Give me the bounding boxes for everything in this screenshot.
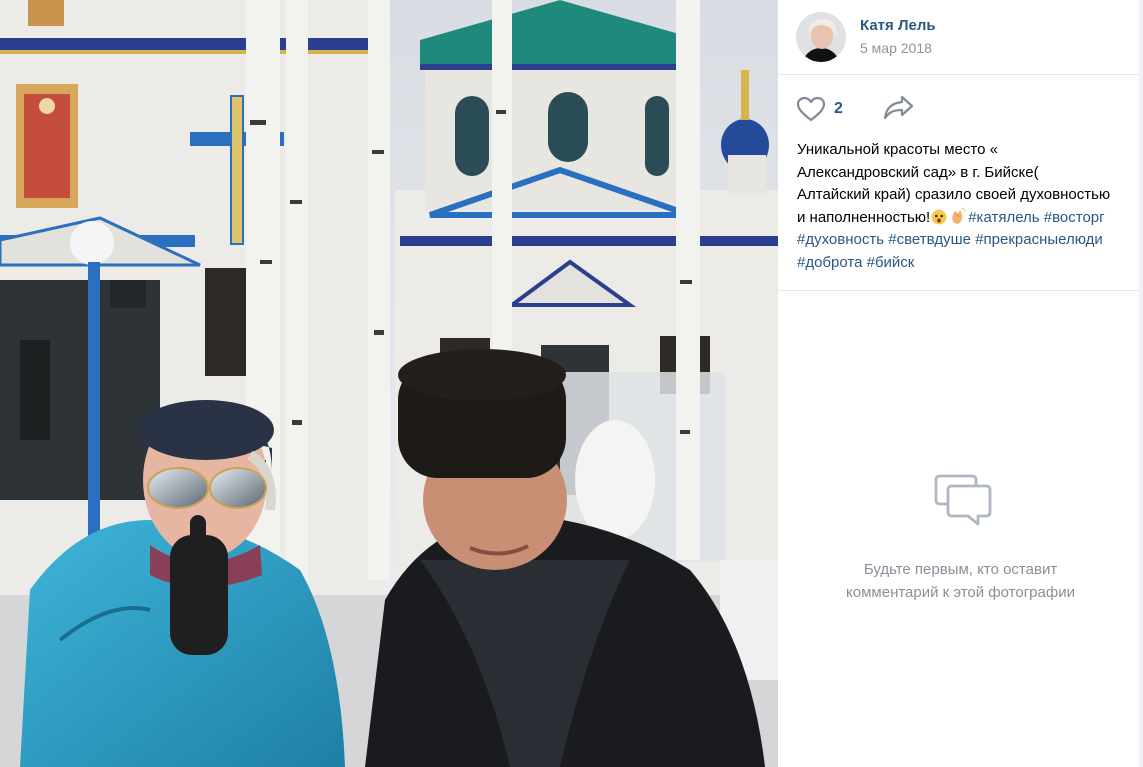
share-button[interactable] bbox=[883, 94, 915, 125]
photo-viewer: Катя Лель 5 мар 2018 2 Уникальной красот… bbox=[0, 0, 1143, 767]
shocked-face-emoji-icon bbox=[931, 209, 947, 224]
author-name[interactable]: Катя Лель bbox=[860, 16, 936, 36]
comments-empty-state: Будьте первым, кто оставит комментарий к… bbox=[778, 470, 1143, 604]
photo-actions: 2 bbox=[778, 75, 1143, 139]
comments-empty-line-1: Будьте первым, кто оставит bbox=[863, 561, 1058, 578]
clapping-hands-emoji-icon bbox=[952, 206, 967, 224]
author-header: Катя Лель 5 мар 2018 bbox=[778, 0, 1143, 75]
comments-empty-text: Будьте первым, кто оставит комментарий к… bbox=[778, 558, 1143, 604]
photo-image bbox=[0, 0, 778, 767]
hashtag-biysk[interactable]: #бийск bbox=[867, 254, 915, 271]
caption-line-3: Алтайский край) сразило своей духовность… bbox=[797, 186, 1111, 203]
scrollbar[interactable] bbox=[1139, 0, 1143, 767]
caption-line-5: #духовность #светвдуше #прекрасныелюди bbox=[797, 229, 1143, 252]
like-count: 2 bbox=[834, 100, 843, 117]
hashtag-dobrota[interactable]: #доброта bbox=[797, 254, 862, 271]
hashtag-prekrasnyelyudi[interactable]: #прекрасныелюди bbox=[975, 231, 1103, 248]
post-date[interactable]: 5 мар 2018 bbox=[860, 38, 936, 58]
caption-line-4: и наполненностью! #катялель #восторг bbox=[797, 206, 1143, 230]
hashtag-svetvdushe[interactable]: #светвдуше bbox=[888, 231, 971, 248]
caption-line-1: Уникальной красоты место « bbox=[797, 141, 998, 158]
comments-icon bbox=[934, 474, 991, 526]
caption-line-2: Александровский сад» в г. Бийске( bbox=[797, 163, 1039, 181]
author-info: Катя Лель 5 мар 2018 bbox=[860, 16, 936, 58]
photo[interactable] bbox=[0, 0, 778, 767]
hashtag-vostorg[interactable]: #восторг bbox=[1044, 209, 1105, 226]
hashtag-dukhovnost[interactable]: #духовность bbox=[797, 231, 884, 248]
caption-line-4-text: и наполненностью! bbox=[797, 208, 931, 226]
author-avatar[interactable] bbox=[796, 12, 846, 62]
caption-line-6: #доброта #бийск bbox=[797, 252, 1143, 275]
comments-empty-line-2: комментарий к этой фотографии bbox=[846, 584, 1075, 601]
photo-side-panel: Катя Лель 5 мар 2018 2 Уникальной красот… bbox=[778, 0, 1143, 767]
hashtag-katyalel[interactable]: #катялель bbox=[968, 209, 1039, 226]
like-button[interactable]: 2 bbox=[796, 96, 843, 122]
heart-icon bbox=[796, 96, 826, 122]
avatar-image bbox=[796, 12, 846, 62]
comments-divider bbox=[778, 290, 1143, 291]
photo-caption: Уникальной красоты место « Александровск… bbox=[778, 139, 1143, 274]
share-arrow-icon bbox=[883, 95, 914, 119]
